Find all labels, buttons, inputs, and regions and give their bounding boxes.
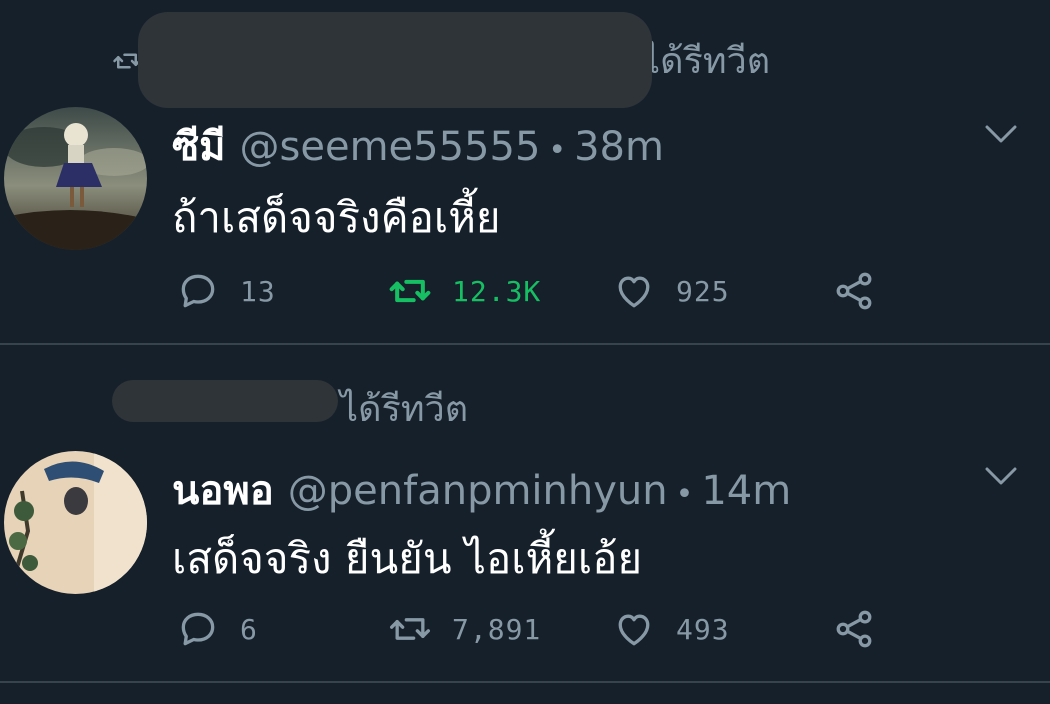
tweet-header: นอพอ @penfanpminhyun • 14m — [172, 458, 791, 522]
tweet-text: เสด็จจริง ยืนยัน ไอเหี้ยเอ้ย — [172, 534, 643, 583]
share-icon — [836, 610, 872, 648]
tweet-text: ถ้าเสด็จจริงคือเหี้ย — [172, 193, 501, 242]
share-icon — [836, 272, 872, 310]
reply-icon — [181, 274, 215, 308]
avatar-image — [4, 451, 147, 594]
reply-count: 13 — [240, 274, 276, 308]
display-name[interactable]: ซีมี — [172, 114, 226, 178]
avatar[interactable] — [4, 107, 147, 250]
tweet-feed: ได้รีทวีต ซีมี @seeme55555 • 38m ถ้าเสด็… — [0, 0, 1050, 704]
retweet-count: 7,891 — [452, 612, 542, 646]
retweet-icon — [390, 618, 430, 640]
separator-dot: • — [675, 477, 694, 512]
separator-dot: • — [548, 133, 567, 168]
action-bar: 6 7,891 493 — [172, 606, 892, 652]
like-count: 493 — [676, 612, 730, 646]
retweet-button[interactable]: 7,891 — [388, 606, 541, 652]
tweet-divider — [0, 681, 1050, 683]
redacted-retweeter-name — [112, 380, 338, 422]
chevron-down-icon[interactable] — [984, 124, 1018, 144]
reply-icon — [181, 612, 215, 646]
avatar-image — [4, 107, 147, 250]
user-handle[interactable]: @seeme55555 — [240, 124, 541, 170]
like-button[interactable]: 493 — [612, 606, 730, 652]
retweet-count: 12.3K — [452, 274, 542, 308]
like-count: 925 — [676, 274, 730, 308]
timestamp[interactable]: 14m — [701, 468, 791, 514]
share-button[interactable] — [832, 268, 876, 314]
tweet-card[interactable]: ได้รีทวีต นอพอ @penfanpminhyun • 14m เสด… — [0, 344, 1050, 682]
display-name[interactable]: นอพอ — [172, 458, 274, 522]
reply-button[interactable]: 13 — [176, 268, 276, 314]
avatar[interactable] — [4, 451, 147, 594]
retweet-context-label: ได้รีทวีต — [642, 41, 771, 82]
reply-button[interactable]: 6 — [176, 606, 258, 652]
tweet-header: ซีมี @seeme55555 • 38m — [172, 114, 664, 178]
retweet-icon — [389, 279, 431, 303]
user-handle[interactable]: @penfanpminhyun — [288, 468, 668, 514]
reply-count: 6 — [240, 612, 258, 646]
like-button[interactable]: 925 — [612, 268, 730, 314]
retweet-context: ได้รีทวีต — [340, 380, 468, 437]
chevron-down-icon[interactable] — [984, 466, 1018, 486]
retweet-context-label: ได้รีทวีต — [340, 389, 469, 430]
retweet-button[interactable]: 12.3K — [388, 268, 541, 314]
share-button[interactable] — [832, 606, 876, 652]
timestamp[interactable]: 38m — [574, 124, 664, 170]
heart-icon — [618, 614, 650, 646]
action-bar: 13 12.3K 925 — [172, 268, 892, 314]
redacted-retweeter-name — [138, 12, 652, 108]
tweet-card[interactable]: ได้รีทวีต ซีมี @seeme55555 • 38m ถ้าเสด็… — [0, 0, 1050, 344]
heart-icon — [618, 276, 650, 308]
